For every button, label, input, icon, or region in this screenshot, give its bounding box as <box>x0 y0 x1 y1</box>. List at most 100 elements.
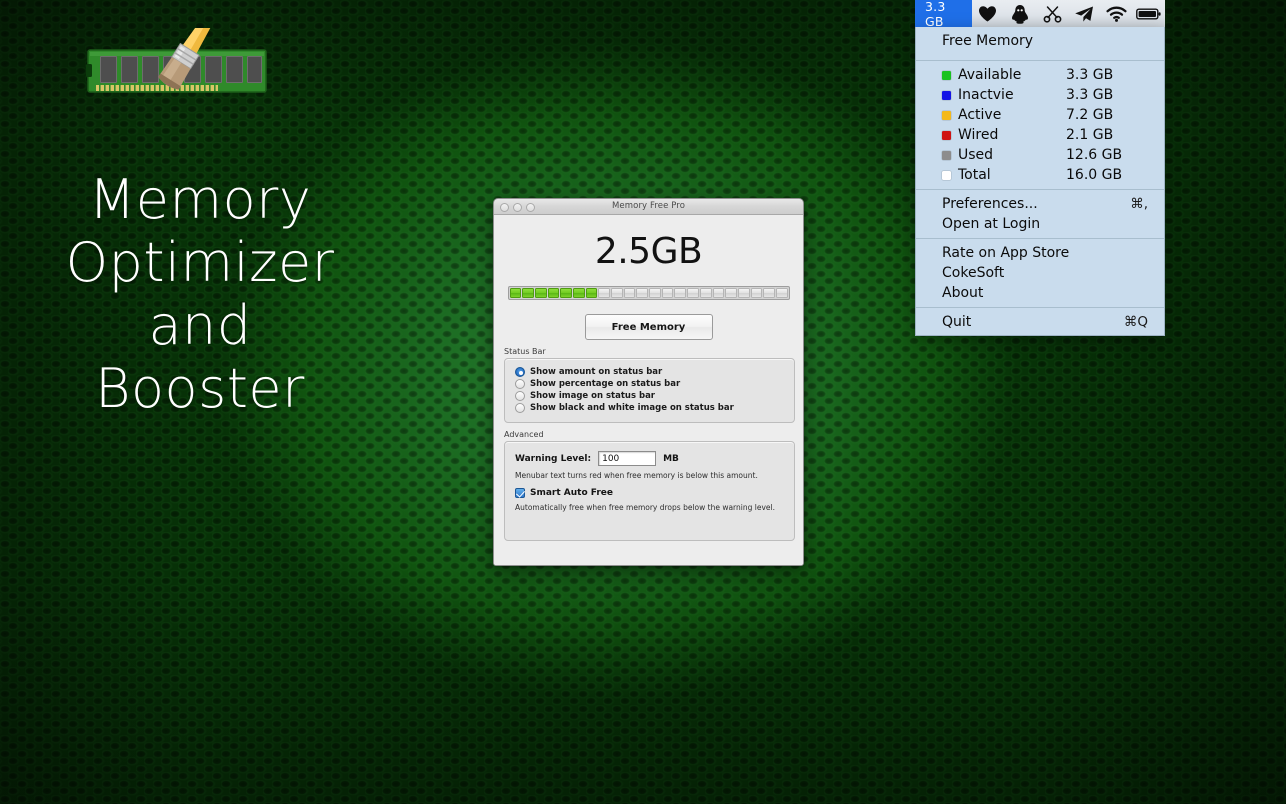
progress-segment <box>510 288 522 298</box>
headline-line-4: Booster <box>40 357 360 420</box>
menu-item-label: Rate on App Store <box>942 245 1069 261</box>
free-memory-button[interactable]: Free Memory <box>585 314 713 340</box>
menu-item-about[interactable]: About <box>916 283 1164 303</box>
headline-line-1: Memory <box>40 168 360 231</box>
stat-value: 7.2 GB <box>1066 107 1113 123</box>
stat-label: Inactvie <box>958 87 1066 103</box>
stat-label: Active <box>958 107 1066 123</box>
stat-row-total: Total 16.0 GB <box>916 165 1164 185</box>
warning-level-label: Warning Level: <box>515 454 591 464</box>
stat-value: 3.3 GB <box>1066 87 1113 103</box>
menu-header: Free Memory <box>916 27 1164 56</box>
progress-segment <box>674 288 686 298</box>
progress-segment <box>586 288 598 298</box>
memory-stats-list: Available 3.3 GB Inactvie 3.3 GB Active … <box>916 65 1164 185</box>
system-menu-bar: 3.3 GB <box>915 0 1165 27</box>
wifi-icon[interactable] <box>1101 0 1133 27</box>
radio-dot-icon <box>515 367 525 377</box>
progress-segment <box>662 288 674 298</box>
menu-item-open-at-login[interactable]: Open at Login <box>916 214 1164 234</box>
memory-status-badge[interactable]: 3.3 GB <box>915 0 972 27</box>
radio-show-amount[interactable]: Show amount on status bar <box>515 367 786 377</box>
progress-segment <box>700 288 712 298</box>
radio-label: Show percentage on status bar <box>530 379 680 389</box>
stat-row-active: Active 7.2 GB <box>916 105 1164 125</box>
checkbox-icon <box>505 565 515 566</box>
headline-line-3: and <box>40 294 360 357</box>
menu-item-cokesoft[interactable]: CokeSoft <box>916 263 1164 283</box>
menu-item-shortcut: ⌘Q <box>1124 314 1148 330</box>
menu-separator <box>916 60 1164 61</box>
checkbox-icon <box>515 488 525 498</box>
radio-dot-icon <box>515 379 525 389</box>
menu-separator <box>916 307 1164 308</box>
progress-segment <box>560 288 572 298</box>
free-memory-dropdown-menu: Free Memory Available 3.3 GB Inactvie 3.… <box>915 27 1165 336</box>
radio-show-percentage[interactable]: Show percentage on status bar <box>515 379 786 389</box>
radio-show-bw-image[interactable]: Show black and white image on status bar <box>515 403 786 413</box>
smart-auto-free-hint: Automatically free when free memory drop… <box>515 503 784 512</box>
stat-label: Wired <box>958 127 1066 143</box>
stat-label: Available <box>958 67 1066 83</box>
free-memory-amount: 2.5GB <box>494 215 803 272</box>
paper-plane-icon[interactable] <box>1068 0 1100 27</box>
menu-item-rate-on-app-store[interactable]: Rate on App Store <box>916 243 1164 263</box>
status-bar-settings-group: Status Bar Show amount on status bar Sho… <box>504 347 795 423</box>
stat-row-wired: Wired 2.1 GB <box>916 125 1164 145</box>
penguin-icon[interactable] <box>1004 0 1036 27</box>
progress-segment <box>535 288 547 298</box>
radio-label: Show amount on status bar <box>530 367 662 377</box>
open-at-login-checkbox[interactable]: Open at Login <box>505 565 591 566</box>
status-bar-group-box: Show amount on status bar Show percentag… <box>504 358 795 423</box>
stat-color-swatch <box>942 151 951 160</box>
window-titlebar: Memory Free Pro <box>494 199 803 215</box>
window-content: 2.5GB Free Memory Status Bar Show amount… <box>494 215 803 566</box>
heart-icon[interactable] <box>972 0 1004 27</box>
progress-segment <box>751 288 763 298</box>
progress-segment <box>636 288 648 298</box>
stat-row-inactive: Inactvie 3.3 GB <box>916 85 1164 105</box>
window-title: Memory Free Pro <box>494 201 803 211</box>
progress-segment <box>725 288 737 298</box>
smart-auto-free-label: Smart Auto Free <box>530 488 613 498</box>
menu-item-label: CokeSoft <box>942 265 1004 281</box>
stat-row-used: Used 12.6 GB <box>916 145 1164 165</box>
radio-show-image[interactable]: Show image on status bar <box>515 391 786 401</box>
progress-segment <box>763 288 775 298</box>
progress-segment <box>548 288 560 298</box>
menu-item-label: About <box>942 285 983 301</box>
progress-segment <box>687 288 699 298</box>
smart-auto-free-checkbox[interactable]: Smart Auto Free <box>515 488 784 498</box>
open-at-login-label: Open at Login <box>520 565 591 566</box>
advanced-group-box: Warning Level: MB Menubar text turns red… <box>504 441 795 541</box>
stat-value: 12.6 GB <box>1066 147 1122 163</box>
ram-stick-brush-icon <box>86 28 268 106</box>
memory-progress-bar <box>508 286 790 300</box>
progress-segment <box>738 288 750 298</box>
stat-color-swatch <box>942 71 951 80</box>
scissors-icon[interactable] <box>1036 0 1068 27</box>
memory-free-pro-window: Memory Free Pro 2.5GB Free Memory Status… <box>493 198 804 566</box>
warning-level-row: Warning Level: MB <box>515 451 784 466</box>
progress-segment <box>776 288 788 298</box>
status-bar-group-title: Status Bar <box>504 347 795 356</box>
warning-level-input[interactable] <box>598 451 656 466</box>
battery-icon[interactable] <box>1133 0 1165 27</box>
menu-item-preferences[interactable]: Preferences... ⌘, <box>916 194 1164 214</box>
progress-segment <box>611 288 623 298</box>
stat-label: Used <box>958 147 1066 163</box>
progress-segment <box>713 288 725 298</box>
progress-segment <box>624 288 636 298</box>
page-title: Memory Optimizer and Booster <box>40 168 360 420</box>
warning-level-hint: Menubar text turns red when free memory … <box>515 471 784 480</box>
menu-item-label: Open at Login <box>942 216 1040 232</box>
stat-color-swatch <box>942 111 951 120</box>
menu-item-label: Preferences... <box>942 196 1038 212</box>
menu-item-quit[interactable]: Quit ⌘Q <box>916 312 1164 332</box>
headline-line-2: Optimizer <box>40 231 360 294</box>
progress-segment <box>522 288 534 298</box>
menu-separator <box>916 238 1164 239</box>
menu-item-shortcut: ⌘, <box>1130 196 1148 212</box>
stat-color-swatch <box>942 91 951 100</box>
progress-segment <box>598 288 610 298</box>
